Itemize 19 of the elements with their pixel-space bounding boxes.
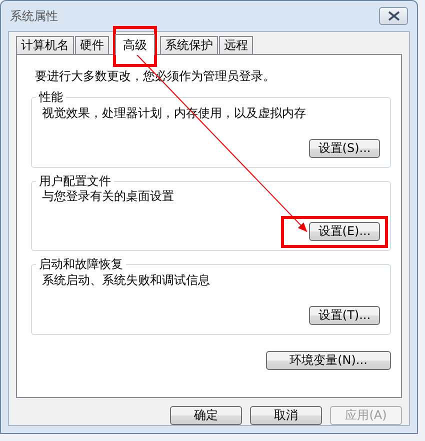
dialog-button[interactable]: 确定 <box>170 406 242 425</box>
tab[interactable]: 高级 <box>115 34 155 55</box>
window-title: 系统属性 <box>9 8 58 24</box>
settings-button[interactable]: 设置(T)... <box>309 306 380 325</box>
tab[interactable]: 硬件 <box>75 36 109 54</box>
tab[interactable]: 计算机名 <box>16 36 74 54</box>
tab[interactable]: 系统保护 <box>160 36 218 54</box>
close-button[interactable] <box>379 7 408 25</box>
close-icon <box>388 11 400 21</box>
group-title: 启动和故障恢复 <box>38 257 124 273</box>
settings-button[interactable]: 设置(E)... <box>309 222 380 242</box>
group-title: 用户配置文件 <box>38 174 112 190</box>
environment-variables-button[interactable]: 环境变量(N)... <box>266 350 391 370</box>
dialog-button[interactable]: 取消 <box>250 406 322 425</box>
tab[interactable]: 远程 <box>219 36 253 54</box>
group-description: 系统启动、系统失败和调试信息 <box>41 272 211 288</box>
group-title: 性能 <box>38 90 64 106</box>
group-description: 与您登录有关的桌面设置 <box>41 189 175 204</box>
settings-button[interactable]: 设置(S)... <box>309 138 380 158</box>
